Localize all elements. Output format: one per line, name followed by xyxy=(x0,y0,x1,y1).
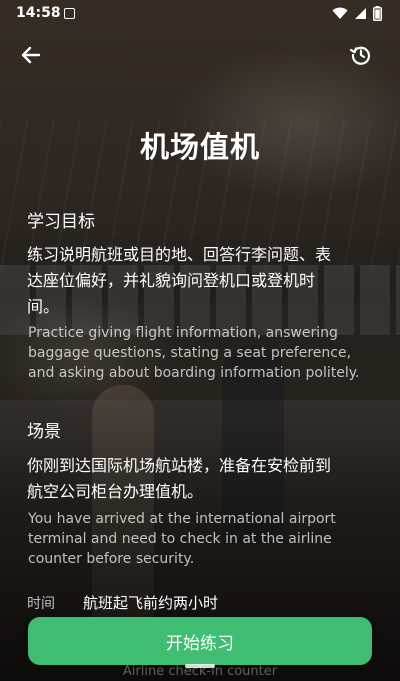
objective-en-line: Practice giving flight information, answ… xyxy=(28,325,338,341)
status-icons xyxy=(332,6,382,21)
objective-zh-line: 达座位偏好，并礼貌询问登机口或登机时 xyxy=(27,271,316,290)
scenario-en-line: counter before security. xyxy=(28,551,195,567)
signal-icon xyxy=(355,8,366,19)
time-row: 时间 航班起飞前约两小时 xyxy=(27,592,377,613)
time-value: 航班起飞前约两小时 xyxy=(83,594,219,612)
objective-zh-text: 练习说明航班或目的地、回答行李问题、表 达座位偏好，并礼貌询问登机口或登机时 间… xyxy=(27,242,377,320)
objective-en-line: baggage questions, stating a seat prefer… xyxy=(28,345,352,361)
objective-zh-line: 间。 xyxy=(27,297,60,316)
scenario-en-line: terminal and need to check in at the air… xyxy=(28,531,332,547)
scenario-en-line: You have arrived at the international ai… xyxy=(28,511,336,527)
battery-icon xyxy=(373,6,382,21)
objective-en-line: and asking about boarding information po… xyxy=(28,365,360,381)
start-practice-label: 开始练习 xyxy=(166,633,234,654)
scenario-en-text: You have arrived at the international ai… xyxy=(28,509,378,569)
notification-icon xyxy=(64,8,75,19)
history-button[interactable] xyxy=(344,38,378,72)
objective-en-text: Practice giving flight information, answ… xyxy=(28,323,378,383)
objective-heading: 学习目标 xyxy=(27,212,95,232)
scenario-heading: 场景 xyxy=(27,422,61,442)
status-bar: 14:58 xyxy=(0,0,400,28)
start-practice-button[interactable]: 开始练习 xyxy=(28,617,372,665)
page-title: 机场值机 xyxy=(139,130,260,164)
back-button[interactable] xyxy=(14,38,48,72)
objective-zh-line: 练习说明航班或目的地、回答行李问题、表 xyxy=(27,245,332,264)
scenario-zh-line: 你刚到达国际机场航站楼，准备在安检前到 xyxy=(27,456,332,475)
arrow-left-icon xyxy=(21,46,41,64)
status-time: 14:58 xyxy=(16,5,61,21)
history-icon xyxy=(349,46,371,65)
scenario-zh-text: 你刚到达国际机场航站楼，准备在安检前到 航空公司柜台办理值机。 xyxy=(27,453,377,505)
wifi-icon xyxy=(332,7,348,19)
gesture-handle[interactable] xyxy=(185,664,215,668)
scenario-zh-line: 航空公司柜台办理值机。 xyxy=(27,482,204,501)
screen: 14:58 机场值机 学习目标 练习说明航班或目的地、回答行李问题、表 达座位偏… xyxy=(0,0,400,681)
time-label: 时间 xyxy=(27,595,55,612)
